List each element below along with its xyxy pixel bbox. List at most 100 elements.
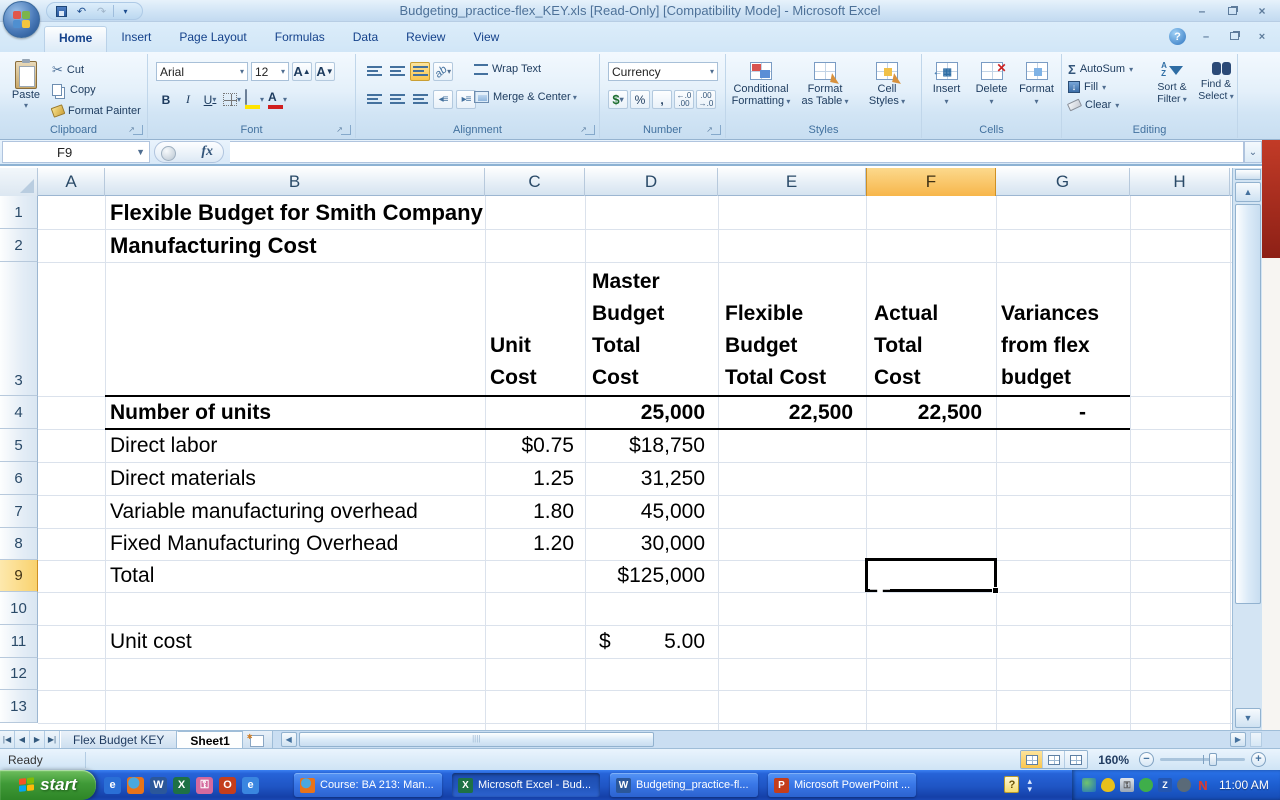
scroll-up-button[interactable]: ▲: [1235, 182, 1261, 202]
align-right-button[interactable]: [410, 90, 430, 109]
tab-split-handle[interactable]: [1250, 732, 1262, 747]
taskbar-button-powerpoint[interactable]: P Microsoft PowerPoint ...: [768, 773, 916, 797]
orientation-button[interactable]: ab: [433, 62, 453, 81]
cell-b2[interactable]: Manufacturing Cost: [110, 229, 730, 262]
row-header-5[interactable]: 5: [0, 429, 38, 462]
align-top-button[interactable]: [364, 62, 384, 81]
comma-style-button[interactable]: ,: [652, 90, 672, 109]
delete-cells-button[interactable]: ✕ Delete: [969, 58, 1014, 124]
format-painter-button[interactable]: Format Painter: [52, 101, 141, 121]
taskbar-button-word-budgeting[interactable]: W Budgeting_practice-fl...: [610, 773, 758, 797]
cell-e4[interactable]: 22,500: [718, 396, 866, 429]
ie-quicklaunch-icon[interactable]: e: [104, 777, 121, 794]
row-header-2[interactable]: 2: [0, 229, 38, 262]
tab-data[interactable]: Data: [339, 26, 392, 52]
column-header-f[interactable]: F: [866, 168, 996, 196]
page-break-view-button[interactable]: [1065, 751, 1087, 768]
cell-b8[interactable]: Fixed Manufacturing Overhead: [110, 527, 398, 560]
paste-button[interactable]: Paste ▾: [6, 58, 46, 126]
firefox-quicklaunch-icon[interactable]: [127, 777, 144, 794]
last-sheet-button[interactable]: ▶|: [45, 731, 60, 748]
copy-button[interactable]: Copy: [52, 80, 96, 100]
sheet-tab-sheet1[interactable]: Sheet1: [177, 731, 242, 748]
sheet-grid[interactable]: Flexible Budget for Smith Company Manufa…: [38, 196, 1232, 730]
ie2-quicklaunch-icon[interactable]: e: [242, 777, 259, 794]
vertical-scrollbar[interactable]: ▲ ▼: [1232, 168, 1262, 730]
workbook-minimize-button[interactable]: –: [1198, 31, 1214, 43]
cell-d7[interactable]: 45,000: [585, 495, 718, 528]
name-box[interactable]: F9 ▼: [2, 141, 150, 163]
scroll-left-button[interactable]: ◀: [281, 732, 297, 747]
vertical-split-handle[interactable]: [1235, 169, 1261, 180]
cell-g4[interactable]: -: [996, 396, 1130, 429]
tray-n-icon[interactable]: N: [1196, 778, 1210, 792]
restore-button[interactable]: [1222, 3, 1242, 18]
start-button[interactable]: start: [0, 770, 96, 800]
expand-formula-bar-button[interactable]: ⌄: [1244, 141, 1262, 163]
row-header-3[interactable]: 3: [0, 262, 38, 396]
cell-c7[interactable]: 1.80: [485, 495, 585, 528]
grow-font-button[interactable]: A▲: [292, 62, 312, 81]
keys-quicklaunch-icon[interactable]: ⚿: [196, 777, 213, 794]
tray-green-app-icon[interactable]: [1139, 778, 1153, 792]
cell-d9[interactable]: $125,000: [585, 559, 718, 592]
row-header-7[interactable]: 7: [0, 495, 38, 528]
workbook-restore-button[interactable]: [1226, 31, 1242, 43]
shrink-font-button[interactable]: A▼: [315, 62, 335, 81]
horizontal-scrollbar[interactable]: ◀ ▶: [279, 731, 1280, 748]
horizontal-scroll-thumb[interactable]: [299, 732, 654, 747]
format-as-table-button[interactable]: Format as Table: [794, 58, 856, 124]
previous-sheet-button[interactable]: ◀: [15, 731, 30, 748]
decrease-indent-button[interactable]: ◂≡: [433, 90, 453, 109]
excel-quicklaunch-icon[interactable]: X: [173, 777, 190, 794]
cell-b1[interactable]: Flexible Budget for Smith Company: [110, 196, 730, 229]
scroll-right-button[interactable]: ▶: [1230, 732, 1246, 747]
vertical-scroll-thumb[interactable]: [1235, 204, 1261, 604]
cell-e3[interactable]: Flexible Budget Total Cost: [725, 262, 865, 396]
workbook-close-button[interactable]: ×: [1254, 31, 1270, 43]
merge-center-button[interactable]: Merge & Center: [474, 91, 577, 103]
tab-home[interactable]: Home: [44, 26, 107, 52]
cell-d3[interactable]: Master Budget Total Cost: [592, 262, 716, 396]
taskbar-help-icon[interactable]: ?: [1004, 776, 1019, 793]
selected-cell-f9[interactable]: [865, 558, 997, 592]
cell-c3[interactable]: Unit Cost: [490, 262, 582, 396]
row-header-13[interactable]: 13: [0, 690, 38, 723]
cell-f4[interactable]: 22,500: [866, 396, 996, 429]
zoom-out-button[interactable]: −: [1139, 752, 1154, 767]
insert-cells-button[interactable]: ←▦ Insert: [924, 58, 969, 124]
find-select-button[interactable]: Find & Select: [1194, 58, 1238, 124]
column-header-h[interactable]: H: [1130, 168, 1230, 196]
column-header-a[interactable]: A: [38, 168, 105, 196]
conditional-formatting-button[interactable]: Conditional Formatting: [730, 58, 792, 124]
increase-decimal-button[interactable]: ←.0.00: [674, 90, 694, 109]
row-header-11[interactable]: 11: [0, 625, 38, 658]
tray-gray-icon[interactable]: [1177, 778, 1191, 792]
cell-d6[interactable]: 31,250: [585, 462, 718, 495]
taskbar-button-excel[interactable]: X Microsoft Excel - Bud...: [452, 773, 600, 797]
scroll-down-button[interactable]: ▼: [1235, 708, 1261, 728]
sheet-tab-flex-budget-key[interactable]: Flex Budget KEY: [60, 731, 177, 748]
tray-z-icon[interactable]: Z: [1158, 778, 1172, 792]
formula-input[interactable]: [230, 141, 1244, 163]
cell-b6[interactable]: Direct materials: [110, 462, 256, 495]
column-header-g[interactable]: G: [996, 168, 1130, 196]
bold-button[interactable]: B: [156, 90, 176, 109]
first-sheet-button[interactable]: |◀: [0, 731, 15, 748]
autosum-button[interactable]: Σ AutoSum: [1068, 60, 1133, 78]
next-sheet-button[interactable]: ▶: [30, 731, 45, 748]
decrease-decimal-button[interactable]: .00→.0: [696, 90, 716, 109]
cell-g3[interactable]: Variances from flex budget: [1001, 262, 1129, 396]
cell-d8[interactable]: 30,000: [585, 527, 718, 560]
insert-function-area[interactable]: fx: [154, 141, 224, 163]
row-header-8[interactable]: 8: [0, 528, 38, 560]
zoom-slider-thumb[interactable]: [1209, 753, 1217, 766]
cut-button[interactable]: ✂ Cut: [52, 60, 84, 80]
tray-shield-icon[interactable]: [1101, 778, 1115, 792]
zoom-slider[interactable]: [1160, 758, 1245, 761]
sort-filter-button[interactable]: AZ Sort & Filter: [1150, 58, 1194, 124]
outlook-quicklaunch-icon[interactable]: O: [219, 777, 236, 794]
clear-button[interactable]: Clear: [1068, 96, 1133, 114]
align-left-button[interactable]: [364, 90, 384, 109]
taskbar-button-firefox-course[interactable]: Course: BA 213: Man...: [294, 773, 442, 797]
